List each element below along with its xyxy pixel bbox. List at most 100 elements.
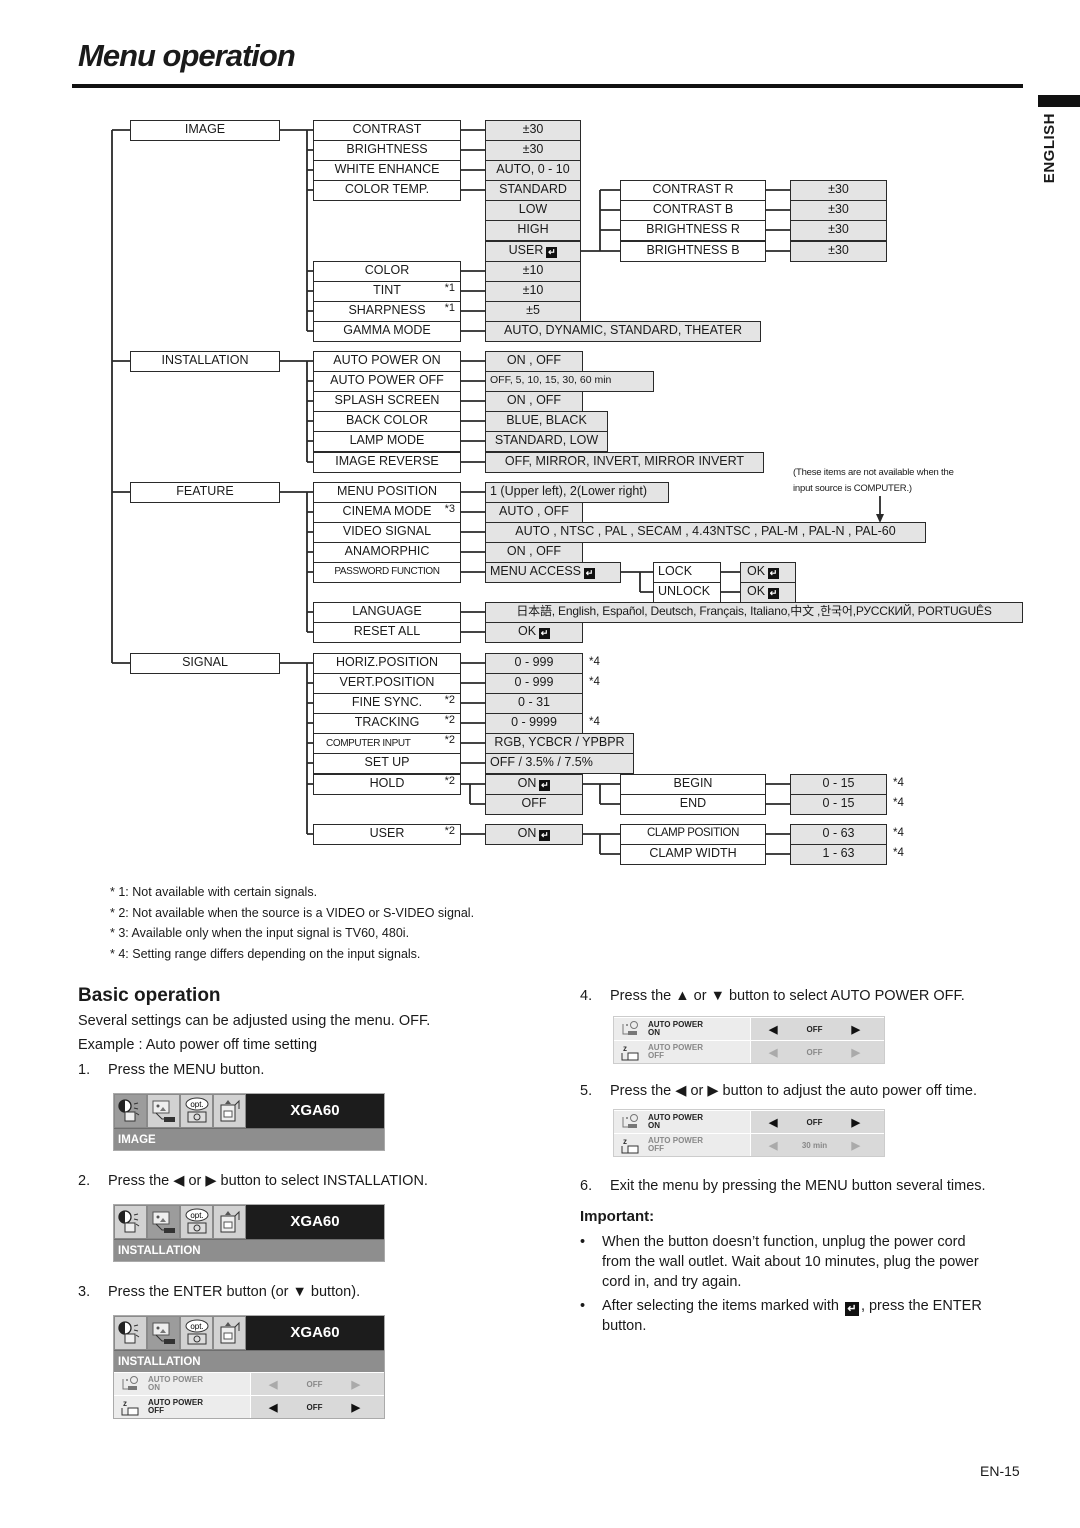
submenu-contrast-r: CONTRAST R [620, 180, 766, 201]
value-auto-power-on: ON , OFF [485, 351, 583, 372]
value-color-temp-high: HIGH [485, 220, 581, 241]
value-hold-begin: 0 - 15 [790, 774, 887, 795]
step-text: Press the ◀ or ▶ button to adjust the au… [610, 1083, 978, 1099]
value-contrast-r: ±30 [790, 180, 887, 201]
item-label: USER [369, 826, 405, 840]
menu-item-gamma-mode: GAMMA MODE [313, 321, 461, 342]
osd-menu-title: INSTALLATION [114, 1239, 384, 1261]
important-bullet-2: • After selecting the items marked with , … [580, 1296, 982, 1336]
menu-item-white-enhance: WHITE ENHANCE [313, 160, 461, 181]
menu-item-contrast: CONTRAST [313, 120, 461, 141]
bullet-text: cord in, and try again. [602, 1274, 742, 1290]
step-number: 3. [78, 1284, 91, 1300]
left-arrow-icon[interactable]: ◀ [769, 1023, 777, 1036]
footnote-ref: *4 [589, 676, 600, 688]
bullet-text: , press the ENTER [860, 1298, 982, 1314]
value-color: ±10 [485, 261, 581, 282]
bullet-text: button. [602, 1318, 647, 1334]
value-vert-position: 0 - 999 [485, 673, 583, 694]
language-tab-bar [1038, 95, 1080, 107]
submenu-brightness-b: BRIGHTNESS B [620, 241, 766, 262]
value-tint: ±10 [485, 281, 581, 302]
footnotes: * 1: Not available with certain signals.… [110, 882, 474, 964]
value-gamma-mode: AUTO, DYNAMIC, STANDARD, THEATER [485, 321, 761, 342]
note-line: (These items are not available when the [793, 467, 954, 478]
bullet-icon: • [580, 1234, 586, 1250]
footnote-ref: *2 [444, 694, 455, 706]
value-password-menu-access: MENU ACCESS [485, 562, 621, 583]
image-adjust-icon [114, 1316, 147, 1350]
submenu-brightness-r: BRIGHTNESS R [620, 220, 766, 241]
value-cinema-mode: AUTO , OFF [485, 502, 583, 523]
auto-power-on-icon [614, 1018, 648, 1040]
enter-icon [539, 780, 551, 791]
value-brightness: ±30 [485, 140, 581, 161]
left-arrow-icon[interactable]: ◀ [769, 1116, 777, 1129]
value-hold-on: ON [485, 774, 583, 795]
signal-icon [213, 1316, 246, 1350]
osd-menu-installation-expanded: opt. XGA60 INSTALLATION AUTO POWER ON ◀ OF… [113, 1315, 385, 1419]
step-2: 2. Press the ◀ or ▶ button to select INST… [78, 1173, 428, 1189]
menu-item-auto-power-on: AUTO POWER ON [313, 351, 461, 372]
value-splash-screen: ON , OFF [485, 391, 583, 412]
right-arrow-icon[interactable]: ▶ [352, 1401, 360, 1414]
left-arrow-icon[interactable]: ◀ [269, 1401, 277, 1414]
footnote: * 4: Setting range differs depending on … [110, 946, 421, 961]
language-tab: ENGLISH [1041, 113, 1058, 184]
menu-item-vert-position: VERT.POSITION [313, 673, 461, 694]
menu-item-horiz-position: HORIZ.POSITION [313, 653, 461, 674]
right-arrow-icon[interactable]: ▶ [852, 1046, 860, 1059]
installation-icon [147, 1316, 180, 1350]
auto-power-off-icon: z [614, 1041, 648, 1063]
svg-text:z: z [623, 1044, 627, 1053]
left-arrow-icon[interactable]: ◀ [769, 1139, 777, 1152]
value-lamp-mode: STANDARD, LOW [485, 431, 608, 452]
left-arrow-icon[interactable]: ◀ [269, 1378, 277, 1391]
value-back-color: BLUE, BLACK [485, 411, 608, 432]
right-arrow-icon[interactable]: ▶ [852, 1023, 860, 1036]
left-arrow-icon[interactable]: ◀ [769, 1046, 777, 1059]
enter-icon [844, 1302, 859, 1316]
value-menu-position: 1 (Upper left), 2(Lower right) [485, 482, 669, 503]
osd-menu-installation: opt. XGA60 INSTALLATION [113, 1204, 385, 1262]
section-heading-basic-operation: Basic operation [78, 985, 221, 1006]
bullet-text: After selecting the items marked with [602, 1298, 839, 1314]
bullet-text: When the button doesn’t function, unplug… [602, 1234, 966, 1250]
footnote-ref: *4 [589, 656, 600, 668]
value-color-temp-user: USER [485, 241, 581, 262]
image-adjust-icon [114, 1094, 147, 1128]
important-bullet-1: • When the button doesn’t function, unplu… [580, 1232, 979, 1292]
osd-model-name: XGA60 [290, 1213, 340, 1230]
item-label: MENU ACCESS [490, 564, 581, 578]
row-sublabel: OFF [648, 1144, 664, 1153]
item-label: HOLD [369, 776, 405, 790]
installation-icon [147, 1094, 180, 1128]
footnote-ref: *2 [444, 775, 455, 787]
signal-icon [213, 1205, 246, 1239]
menu-item-back-color: BACK COLOR [313, 411, 461, 432]
value-brightness-r: ±30 [790, 220, 887, 241]
osd-model-name: XGA60 [290, 1102, 340, 1119]
right-arrow-icon[interactable]: ▶ [852, 1139, 860, 1152]
footnote-ref: *1 [444, 302, 455, 314]
item-label: SHARPNESS [348, 303, 426, 317]
osd-row-auto-power-on: AUTO POWER ON ◀ OFF ▶ [614, 1110, 884, 1133]
osd-row-auto-power-on: AUTO POWER ON ◀ OFF ▶ [114, 1372, 384, 1395]
step-number: 6. [580, 1178, 593, 1194]
item-label: ON [517, 776, 537, 790]
auto-power-off-icon: z [114, 1396, 148, 1418]
item-label: USER [508, 243, 544, 257]
right-arrow-icon[interactable]: ▶ [852, 1116, 860, 1129]
menu-item-language: LANGUAGE [313, 602, 461, 623]
svg-text:opt.: opt. [190, 1211, 203, 1220]
menu-item-computer-input: COMPUTER INPUT *2 [313, 733, 461, 754]
footnote-ref: *4 [589, 716, 600, 728]
right-arrow-icon[interactable]: ▶ [352, 1378, 360, 1391]
menu-item-menu-position: MENU POSITION [313, 482, 461, 503]
row-value: 30 min [801, 1140, 828, 1150]
example-text: Example : Auto power off time setting [78, 1037, 318, 1053]
menu-item-set-up: SET UP [313, 753, 461, 774]
osd-menu-title: IMAGE [114, 1128, 384, 1150]
submenu-clamp-position: CLAMP POSITION [620, 824, 766, 845]
item-label: OK [517, 624, 537, 638]
